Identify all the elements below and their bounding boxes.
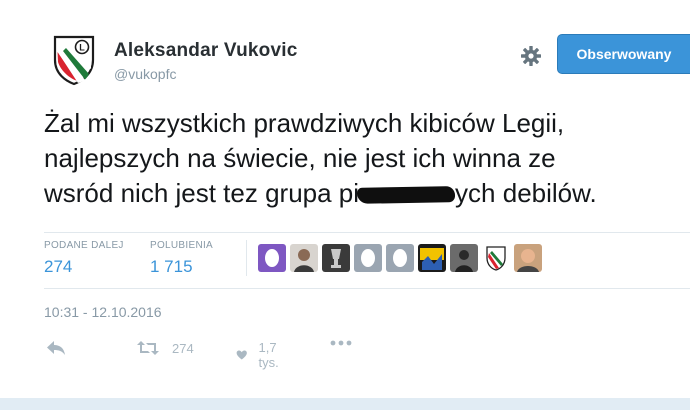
likes-stat[interactable]: POLUBIENIA 1 715 xyxy=(150,240,213,277)
stats-divider xyxy=(246,240,247,276)
legia-logo-icon: L xyxy=(53,35,95,86)
liker-avatar[interactable] xyxy=(258,244,286,272)
tweet-line-3-end: ych debilów. xyxy=(455,178,597,208)
liker-avatar[interactable] xyxy=(418,244,446,272)
liker-avatar[interactable] xyxy=(482,244,510,272)
avatar[interactable]: L xyxy=(52,34,96,86)
timestamp[interactable]: 10:31 - 12.10.2016 xyxy=(44,304,162,320)
retweet-icon xyxy=(137,341,159,355)
divider xyxy=(44,232,690,233)
likes-label: POLUBIENIA xyxy=(150,240,214,251)
divider xyxy=(44,288,690,289)
reply-button[interactable] xyxy=(46,340,66,356)
tweet-card: L Aleksandar Vukovic @vukopfc Obserwowan… xyxy=(0,0,690,410)
retweets-value: 274 xyxy=(44,257,73,276)
liker-avatar[interactable] xyxy=(354,244,382,272)
like-button[interactable]: 1,7 tys. xyxy=(236,340,285,370)
liker-avatar[interactable] xyxy=(450,244,478,272)
tweet-line-3-start: wsród nich jest tez grupa pi xyxy=(44,178,360,208)
heart-icon xyxy=(236,350,247,360)
retweet-count: 274 xyxy=(172,340,194,356)
liker-avatar[interactable] xyxy=(322,244,350,272)
reply-icon xyxy=(47,341,65,355)
gear-icon[interactable] xyxy=(519,44,543,68)
tweet-line-1: Żal mi wszystkich prawdziwych kibiców Le… xyxy=(44,108,565,138)
retweets-label: PODANE DALEJ xyxy=(44,240,124,251)
retweet-button[interactable]: 274 xyxy=(136,340,194,356)
user-name[interactable]: Aleksandar Vukovic xyxy=(114,40,297,62)
liker-avatars xyxy=(258,244,542,272)
liker-avatar[interactable] xyxy=(290,244,318,272)
likes-value: 1 715 xyxy=(150,257,193,276)
tweet-line-2: najlepszych na świecie, nie jest ich win… xyxy=(44,143,556,173)
more-dots-icon xyxy=(330,340,352,346)
retweets-stat[interactable]: PODANE DALEJ 274 xyxy=(44,240,124,277)
tweet-text: Żal mi wszystkich prawdziwych kibiców Le… xyxy=(44,106,690,211)
page-background-strip xyxy=(0,398,690,410)
follow-button[interactable]: Obserwowany xyxy=(557,34,690,74)
svg-text:L: L xyxy=(79,43,85,53)
more-button[interactable] xyxy=(330,340,352,346)
user-handle[interactable]: @vukopfc xyxy=(114,66,176,82)
tweet-line-3: wsród nich jest tez grupa pi ych debilów. xyxy=(44,176,690,211)
liker-avatar[interactable] xyxy=(386,244,414,272)
like-count: 1,7 tys. xyxy=(258,340,279,370)
liker-avatar[interactable] xyxy=(514,244,542,272)
redaction-mark xyxy=(356,186,456,204)
